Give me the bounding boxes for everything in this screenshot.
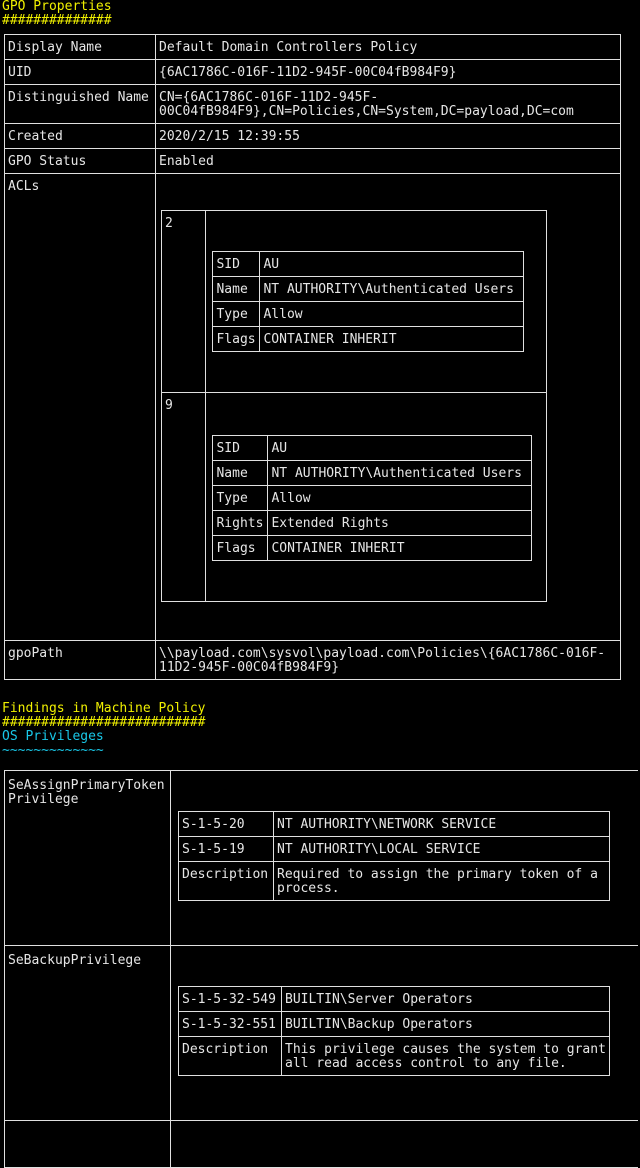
acl-detail-table: SID AU Name NT AUTHORITY\Authenticated Use… xyxy=(212,251,525,352)
acl-field-value: Extended Rights xyxy=(267,510,533,536)
acl-entry-details: SID AU Name NT AUTHORITY\Authenticated Use… xyxy=(205,210,548,393)
distinguished-name-value: CN={6AC1786C-016F-11D2-945F- 00C04fB984F… xyxy=(155,84,621,124)
acl-field-value: AU xyxy=(259,251,525,277)
table-row: S-1-5-20 NT AUTHORITY\NETWORK SERVICE xyxy=(178,811,610,837)
acl-list-table: 2 SID AU Name NT AUTHORITY\Authenticated U… xyxy=(161,210,548,602)
gpo-status-key: GPO Status xyxy=(3,148,157,174)
privilege-field-value: BUILTIN\Server Operators xyxy=(281,986,610,1012)
privilege-field-value: NT AUTHORITY\NETWORK SERVICE xyxy=(273,811,610,837)
acl-field-key: Name xyxy=(212,276,261,302)
table-row: S-1-5-19 NT AUTHORITY\LOCAL SERVICE xyxy=(178,836,610,862)
findings-heading: Findings in Machine Policy xyxy=(2,701,206,716)
created-value: 2020/2/15 12:39:55 xyxy=(155,123,621,149)
acl-field-value: CONTAINER INHERIT xyxy=(267,535,533,561)
acls-key: ACLs xyxy=(3,173,157,641)
privilege-field-key: Description xyxy=(178,861,274,901)
table-row: SID AU xyxy=(212,251,525,277)
privilege-detail-table: S-1-5-20 NT AUTHORITY\NETWORK SERVICE S-1… xyxy=(178,811,610,901)
gpo-properties-underline: ############## xyxy=(2,13,112,28)
acl-detail-table: SID AU Name NT AUTHORITY\Authenticated Use… xyxy=(212,435,533,561)
acl-field-value: Allow xyxy=(259,301,525,327)
table-row: SID AU xyxy=(212,435,533,461)
table-row: UID {6AC1786C-016F-11D2-945F-00C04fB984F… xyxy=(3,59,621,85)
acl-field-key: Type xyxy=(212,485,269,511)
acl-field-value: AU xyxy=(267,435,533,461)
privilege-field-value: Required to assign the primary token of … xyxy=(273,861,610,901)
acl-field-key: Type xyxy=(212,301,261,327)
gpo-properties-heading: GPO Properties xyxy=(2,0,112,14)
privilege-field-key: S-1-5-32-551 xyxy=(178,1011,282,1037)
acl-field-key: Flags xyxy=(212,326,261,352)
table-row: S-1-5-32-549 BUILTIN\Server Operators xyxy=(178,986,610,1012)
acl-index: 2 xyxy=(161,210,207,393)
table-row: Type Allow xyxy=(212,301,525,327)
table-row: Name NT AUTHORITY\Authenticated Users xyxy=(212,460,533,486)
table-row: Description This privilege causes the sys… xyxy=(178,1036,610,1076)
gpo-properties-table: Display Name Default Domain Controllers … xyxy=(3,34,621,680)
table-row: SeBackupPrivilege S-1-5-32-549 BUILTIN\Se… xyxy=(4,945,638,1121)
table-row: Flags CONTAINER INHERIT xyxy=(212,535,533,561)
gpo-properties-section: GPO Properties ############## Display Na… xyxy=(0,0,640,680)
privilege-field-key: S-1-5-19 xyxy=(178,836,274,862)
table-row: gpoPath \\payload.com\sysvol\payload.com… xyxy=(3,640,621,680)
privilege-field-key: Description xyxy=(178,1036,282,1076)
findings-underline: ########################## xyxy=(2,715,206,730)
table-row: Display Name Default Domain Controllers … xyxy=(3,34,621,60)
privilege-details: S-1-5-20 NT AUTHORITY\NETWORK SERVICE S-1… xyxy=(170,770,638,946)
os-privileges-table: SeAssignPrimaryToken Privilege S-1-5-20 N… xyxy=(4,770,638,1168)
acl-field-key: Flags xyxy=(212,535,269,561)
created-key: Created xyxy=(3,123,157,149)
distinguished-name-key: Distinguished Name xyxy=(3,84,157,124)
acl-entry: 9 SID AU Name NT AUTHORITY\Authenticated U… xyxy=(161,392,548,602)
gpo-path-value: \\payload.com\sysvol\payload.com\Policie… xyxy=(155,640,621,680)
table-row: GPO Status Enabled xyxy=(3,148,621,174)
uid-value: {6AC1786C-016F-11D2-945F-00C04fB984F9} xyxy=(155,59,621,85)
privilege-field-key: S-1-5-20 xyxy=(178,811,274,837)
table-row: Rights Extended Rights xyxy=(212,510,533,536)
table-row: S-1-5-32-551 BUILTIN\Backup Operators xyxy=(178,1011,610,1037)
privilege-detail-table: S-1-5-32-549 BUILTIN\Server Operators S-1… xyxy=(178,986,610,1076)
display-name-value: Default Domain Controllers Policy xyxy=(155,34,621,60)
table-row: ACLs 2 SID AU Name NT AUTHORITY\Authentica… xyxy=(3,173,621,641)
acl-field-key: Name xyxy=(212,460,269,486)
privilege-name: SeAssignPrimaryToken Privilege xyxy=(4,770,171,946)
privilege-field-value: This privilege causes the system to gran… xyxy=(281,1036,610,1076)
table-row: Distinguished Name CN={6AC1786C-016F-11D… xyxy=(3,84,621,124)
table-row: Created 2020/2/15 12:39:55 xyxy=(3,123,621,149)
table-row xyxy=(4,1120,638,1168)
table-row: Type Allow xyxy=(212,485,533,511)
privilege-details xyxy=(170,1120,638,1168)
privilege-field-value: NT AUTHORITY\LOCAL SERVICE xyxy=(273,836,610,862)
gpo-status-value: Enabled xyxy=(155,148,621,174)
table-row: Name NT AUTHORITY\Authenticated Users xyxy=(212,276,525,302)
os-privileges-heading: OS Privileges xyxy=(2,729,104,744)
acl-field-key: SID xyxy=(212,435,269,461)
acl-field-key: Rights xyxy=(212,510,269,536)
acl-entry: 2 SID AU Name NT AUTHORITY\Authenticated U… xyxy=(161,210,548,393)
privilege-field-key: S-1-5-32-549 xyxy=(178,986,282,1012)
acl-entry-details: SID AU Name NT AUTHORITY\Authenticated Use… xyxy=(205,392,548,602)
table-row: SeAssignPrimaryToken Privilege S-1-5-20 N… xyxy=(4,770,638,946)
privilege-name xyxy=(4,1120,171,1168)
findings-section: Findings in Machine Policy #############… xyxy=(0,702,640,1168)
table-row: Flags CONTAINER INHERIT xyxy=(212,326,525,352)
acl-field-value: NT AUTHORITY\Authenticated Users xyxy=(259,276,525,302)
acl-field-value: NT AUTHORITY\Authenticated Users xyxy=(267,460,533,486)
acl-field-key: SID xyxy=(212,251,261,277)
gpo-path-key: gpoPath xyxy=(3,640,157,680)
os-privileges-underline: ~~~~~~~~~~~~~ xyxy=(2,743,104,758)
table-row: Description Required to assign the primar… xyxy=(178,861,610,901)
acls-value: 2 SID AU Name NT AUTHORITY\Authenticated U… xyxy=(155,173,621,641)
privilege-details: S-1-5-32-549 BUILTIN\Server Operators S-1… xyxy=(170,945,638,1121)
acl-field-value: Allow xyxy=(267,485,533,511)
privilege-name: SeBackupPrivilege xyxy=(4,945,171,1121)
privilege-field-value: BUILTIN\Backup Operators xyxy=(281,1011,610,1037)
acl-field-value: CONTAINER INHERIT xyxy=(259,326,525,352)
display-name-key: Display Name xyxy=(3,34,157,60)
uid-key: UID xyxy=(3,59,157,85)
acl-index: 9 xyxy=(161,392,207,602)
